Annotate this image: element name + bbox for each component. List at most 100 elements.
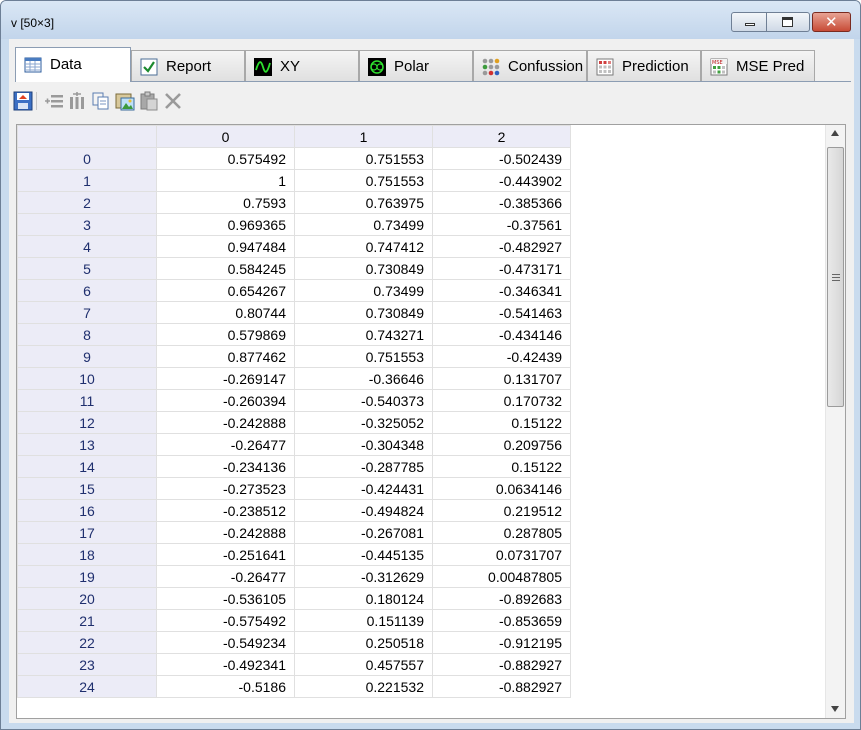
table-cell[interactable]: -0.494824 <box>294 499 433 522</box>
table-row[interactable]: 24 -0.5186 0.221532 -0.882927 <box>17 675 571 698</box>
table-cell[interactable]: -0.273523 <box>156 477 295 500</box>
table-cell[interactable]: 0.170732 <box>432 389 571 412</box>
column-header[interactable]: 0 <box>156 125 295 148</box>
insert-column-icon[interactable] <box>67 91 87 111</box>
row-header[interactable]: 11 <box>17 389 157 412</box>
row-header[interactable]: 23 <box>17 653 157 676</box>
table-cell[interactable]: -0.892683 <box>432 587 571 610</box>
tab-prediction[interactable]: Prediction <box>587 50 701 81</box>
table-cell[interactable]: 0.15122 <box>432 411 571 434</box>
table-cell[interactable]: 0.579869 <box>156 323 295 346</box>
table-row[interactable]: 20 -0.536105 0.180124 -0.892683 <box>17 587 571 610</box>
table-cell[interactable]: -0.443902 <box>432 169 571 192</box>
table-cell[interactable]: -0.251641 <box>156 543 295 566</box>
table-cell[interactable]: 0.730849 <box>294 301 433 324</box>
table-cell[interactable]: 0.15122 <box>432 455 571 478</box>
corner-header[interactable] <box>17 125 157 148</box>
row-header[interactable]: 2 <box>17 191 157 214</box>
table-row[interactable]: 23 -0.492341 0.457557 -0.882927 <box>17 653 571 676</box>
table-row[interactable]: 10 -0.269147 -0.36646 0.131707 <box>17 367 571 390</box>
table-cell[interactable]: -0.312629 <box>294 565 433 588</box>
table-cell[interactable]: -0.287785 <box>294 455 433 478</box>
table-row[interactable]: 9 0.877462 0.751553 -0.42439 <box>17 345 571 368</box>
tab-confussion[interactable]: Confussion <box>473 50 587 81</box>
table-cell[interactable]: -0.541463 <box>432 301 571 324</box>
row-header[interactable]: 5 <box>17 257 157 280</box>
table-row[interactable]: 18 -0.251641 -0.445135 0.0731707 <box>17 543 571 566</box>
table-cell[interactable]: 0.250518 <box>294 631 433 654</box>
row-header[interactable]: 18 <box>17 543 157 566</box>
table-row[interactable]: 5 0.584245 0.730849 -0.473171 <box>17 257 571 280</box>
table-cell[interactable]: -0.502439 <box>432 147 571 170</box>
table-cell[interactable]: -0.242888 <box>156 411 295 434</box>
table-cell[interactable]: 0.654267 <box>156 279 295 302</box>
scroll-down-icon[interactable] <box>831 706 839 712</box>
table-cell[interactable]: 0.151139 <box>294 609 433 632</box>
table-cell[interactable]: -0.492341 <box>156 653 295 676</box>
table-cell[interactable]: 0.575492 <box>156 147 295 170</box>
delete-icon[interactable] <box>163 91 183 111</box>
tab-report[interactable]: Report <box>131 50 245 81</box>
table-cell[interactable]: 0.180124 <box>294 587 433 610</box>
table-cell[interactable]: 0.743271 <box>294 323 433 346</box>
table-row[interactable]: 2 0.7593 0.763975 -0.385366 <box>17 191 571 214</box>
row-header[interactable]: 22 <box>17 631 157 654</box>
table-row[interactable]: 0 0.575492 0.751553 -0.502439 <box>17 147 571 170</box>
table-cell[interactable]: 0.209756 <box>432 433 571 456</box>
table-cell[interactable]: -0.385366 <box>432 191 571 214</box>
table-cell[interactable]: -0.424431 <box>294 477 433 500</box>
table-cell[interactable]: 0.747412 <box>294 235 433 258</box>
insert-row-icon[interactable] <box>44 91 64 111</box>
maximize-button[interactable] <box>767 12 810 32</box>
table-row[interactable]: 4 0.947484 0.747412 -0.482927 <box>17 235 571 258</box>
table-cell[interactable]: 0.131707 <box>432 367 571 390</box>
table-cell[interactable]: 0.80744 <box>156 301 295 324</box>
row-header[interactable]: 14 <box>17 455 157 478</box>
table-row[interactable]: 21 -0.575492 0.151139 -0.853659 <box>17 609 571 632</box>
table-cell[interactable]: 0.287805 <box>432 521 571 544</box>
table-cell[interactable]: 0.751553 <box>294 169 433 192</box>
table-cell[interactable]: -0.26477 <box>156 565 295 588</box>
table-row[interactable]: 8 0.579869 0.743271 -0.434146 <box>17 323 571 346</box>
table-cell[interactable]: 0.73499 <box>294 279 433 302</box>
table-row[interactable]: 1 1 0.751553 -0.443902 <box>17 169 571 192</box>
row-header[interactable]: 12 <box>17 411 157 434</box>
data-grid[interactable]: 0 1 2 0 0.575492 0.751553 -0.502439 1 1 0.7515… <box>16 124 846 719</box>
scroll-thumb[interactable] <box>827 147 844 407</box>
table-row[interactable]: 6 0.654267 0.73499 -0.346341 <box>17 279 571 302</box>
table-cell[interactable]: 0.969365 <box>156 213 295 236</box>
minimize-button[interactable] <box>731 12 767 32</box>
vertical-scrollbar[interactable] <box>825 125 845 718</box>
table-cell[interactable]: -0.260394 <box>156 389 295 412</box>
table-cell[interactable]: 0.947484 <box>156 235 295 258</box>
table-cell[interactable]: 0.730849 <box>294 257 433 280</box>
row-header[interactable]: 10 <box>17 367 157 390</box>
table-cell[interactable]: -0.445135 <box>294 543 433 566</box>
table-cell[interactable]: -0.912195 <box>432 631 571 654</box>
table-cell[interactable]: 0.751553 <box>294 147 433 170</box>
row-header[interactable]: 9 <box>17 345 157 368</box>
table-cell[interactable]: -0.482927 <box>432 235 571 258</box>
row-header[interactable]: 0 <box>17 147 157 170</box>
table-cell[interactable]: -0.540373 <box>294 389 433 412</box>
row-header[interactable]: 1 <box>17 169 157 192</box>
table-cell[interactable]: -0.242888 <box>156 521 295 544</box>
table-cell[interactable]: -0.36646 <box>294 367 433 390</box>
table-cell[interactable]: -0.267081 <box>294 521 433 544</box>
table-row[interactable]: 13 -0.26477 -0.304348 0.209756 <box>17 433 571 456</box>
table-cell[interactable]: -0.26477 <box>156 433 295 456</box>
table-row[interactable]: 12 -0.242888 -0.325052 0.15122 <box>17 411 571 434</box>
table-row[interactable]: 19 -0.26477 -0.312629 0.00487805 <box>17 565 571 588</box>
row-header[interactable]: 15 <box>17 477 157 500</box>
table-cell[interactable]: -0.37561 <box>432 213 571 236</box>
row-header[interactable]: 6 <box>17 279 157 302</box>
tab-xy[interactable]: XY <box>245 50 359 81</box>
tab-data[interactable]: Data <box>15 47 131 82</box>
column-header[interactable]: 2 <box>432 125 571 148</box>
table-cell[interactable]: 0.7593 <box>156 191 295 214</box>
table-cell[interactable]: 0.457557 <box>294 653 433 676</box>
table-cell[interactable]: -0.536105 <box>156 587 295 610</box>
table-row[interactable]: 14 -0.234136 -0.287785 0.15122 <box>17 455 571 478</box>
table-row[interactable]: 15 -0.273523 -0.424431 0.0634146 <box>17 477 571 500</box>
table-cell[interactable]: -0.575492 <box>156 609 295 632</box>
